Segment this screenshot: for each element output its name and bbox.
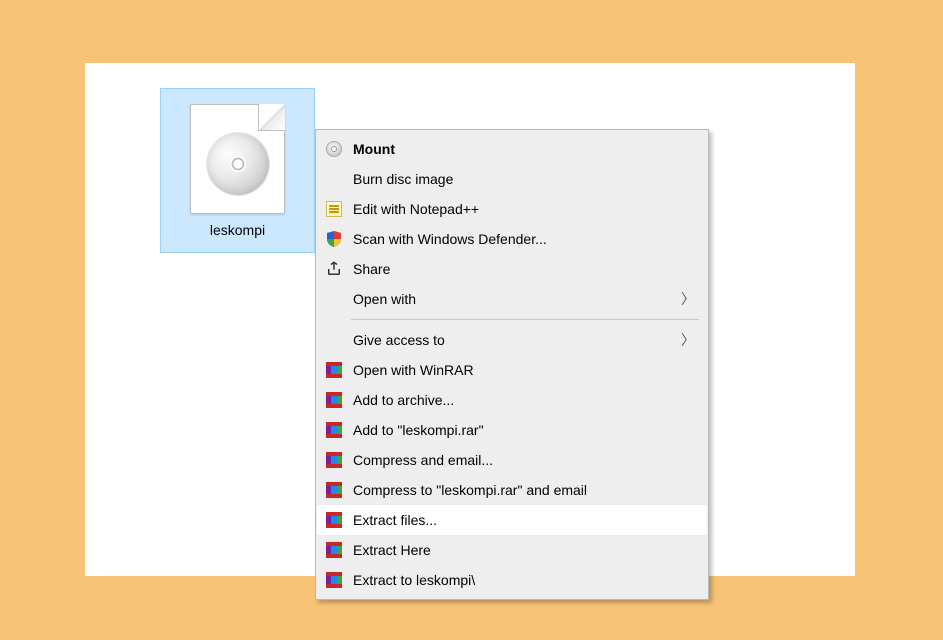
menu-item-label: Share xyxy=(347,261,390,277)
menu-item-add-to-archive[interactable]: Add to archive... xyxy=(317,385,707,415)
winrar-icon xyxy=(321,389,347,411)
menu-item-label: Extract Here xyxy=(347,542,431,558)
menu-item-label: Scan with Windows Defender... xyxy=(347,231,547,247)
menu-item-label: Give access to xyxy=(347,332,445,348)
desktop-area[interactable]: leskompi Mount Burn disc image Edit with… xyxy=(85,63,855,576)
menu-item-extract-here[interactable]: Extract Here xyxy=(317,535,707,565)
menu-item-label: Edit with Notepad++ xyxy=(347,201,479,217)
menu-item-label: Open with xyxy=(347,291,416,307)
menu-separator xyxy=(351,319,699,320)
menu-item-open-with[interactable]: Open with 〉 xyxy=(317,284,707,314)
menu-item-label: Compress to "leskompi.rar" and email xyxy=(347,482,587,498)
winrar-icon xyxy=(321,569,347,591)
menu-item-extract-to-folder[interactable]: Extract to leskompi\ xyxy=(317,565,707,595)
winrar-icon xyxy=(321,479,347,501)
menu-item-label: Mount xyxy=(347,141,395,157)
winrar-icon xyxy=(321,359,347,381)
winrar-icon xyxy=(321,539,347,561)
menu-item-edit-notepad-plus[interactable]: Edit with Notepad++ xyxy=(317,194,707,224)
menu-item-add-to-named-rar[interactable]: Add to "leskompi.rar" xyxy=(317,415,707,445)
winrar-icon xyxy=(321,449,347,471)
blank-icon xyxy=(321,288,347,310)
menu-item-mount[interactable]: Mount xyxy=(317,134,707,164)
menu-item-open-with-winrar[interactable]: Open with WinRAR xyxy=(317,355,707,385)
menu-item-label: Burn disc image xyxy=(347,171,453,187)
submenu-arrow-icon: 〉 xyxy=(681,330,695,350)
menu-item-label: Add to archive... xyxy=(347,392,454,408)
defender-shield-icon xyxy=(321,228,347,250)
menu-item-label: Compress and email... xyxy=(347,452,493,468)
menu-item-extract-files[interactable]: Extract files... xyxy=(317,505,707,535)
menu-item-share[interactable]: Share xyxy=(317,254,707,284)
submenu-arrow-icon: 〉 xyxy=(681,289,695,309)
blank-icon xyxy=(321,329,347,351)
menu-item-label: Add to "leskompi.rar" xyxy=(347,422,484,438)
menu-item-compress-and-email[interactable]: Compress and email... xyxy=(317,445,707,475)
menu-item-scan-defender[interactable]: Scan with Windows Defender... xyxy=(317,224,707,254)
winrar-icon xyxy=(321,509,347,531)
menu-item-label: Open with WinRAR xyxy=(347,362,474,378)
menu-item-burn-disc-image[interactable]: Burn disc image xyxy=(317,164,707,194)
menu-item-label: Extract files... xyxy=(347,512,437,528)
menu-item-compress-to-named-and-email[interactable]: Compress to "leskompi.rar" and email xyxy=(317,475,707,505)
share-icon xyxy=(321,258,347,280)
context-menu: Mount Burn disc image Edit with Notepad+… xyxy=(315,129,709,600)
disc-icon xyxy=(321,138,347,160)
file-item-leskompi[interactable]: leskompi xyxy=(160,88,315,253)
notepad-plus-icon xyxy=(321,198,347,220)
menu-item-give-access-to[interactable]: Give access to 〉 xyxy=(317,325,707,355)
disc-image-file-icon xyxy=(190,104,285,214)
file-label: leskompi xyxy=(161,222,314,238)
winrar-icon xyxy=(321,419,347,441)
menu-item-label: Extract to leskompi\ xyxy=(347,572,475,588)
blank-icon xyxy=(321,168,347,190)
